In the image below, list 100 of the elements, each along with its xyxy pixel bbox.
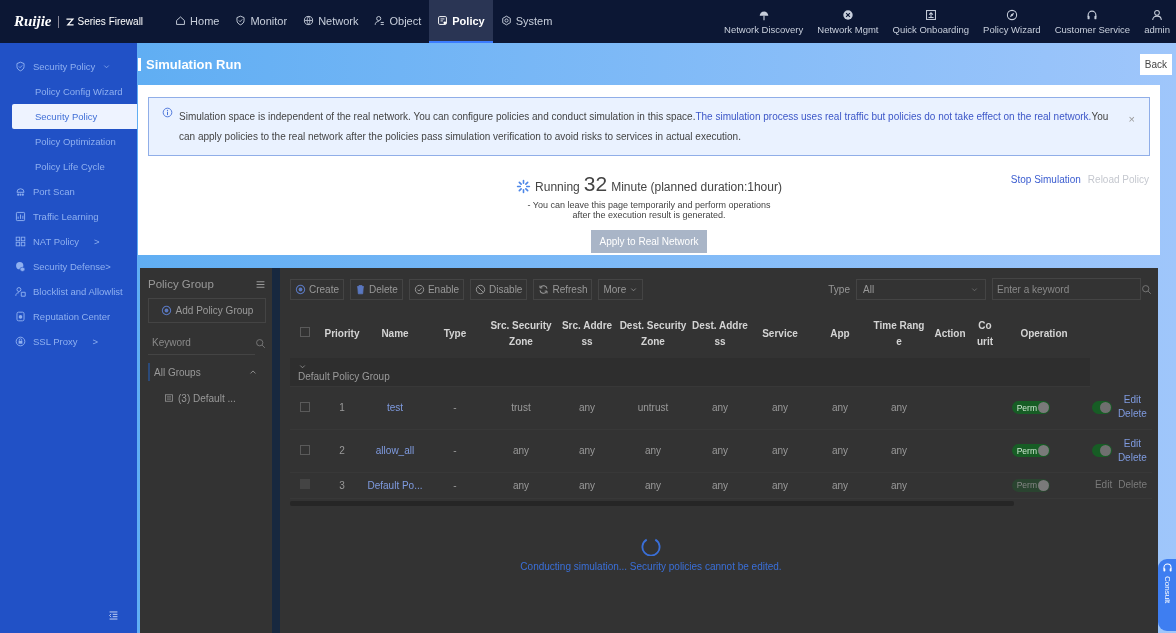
type-dropdown[interactable]: All <box>856 278 986 300</box>
sidebar-item[interactable]: Blocklist and Allowlist <box>0 279 137 304</box>
row-checkbox[interactable] <box>300 401 310 412</box>
toolbar-shortcut[interactable]: Policy Wizard <box>983 8 1041 35</box>
row-action-link[interactable]: Delete <box>1117 450 1147 465</box>
consult-button[interactable]: Consult <box>1158 559 1176 631</box>
nav-tab[interactable]: Monitor <box>227 0 296 43</box>
splitter-bar[interactable] <box>272 268 280 633</box>
loading-message: Conducting simulation... Security policies cannot be edited. <box>520 560 782 572</box>
close-button[interactable]: × <box>1128 107 1135 147</box>
sidebar-item[interactable]: NAT Policy > <box>0 229 137 254</box>
enable-toggle[interactable] <box>1092 400 1112 414</box>
action-toggle[interactable]: Perm <box>1012 401 1050 414</box>
sidebar-item[interactable]: SSL Proxy > <box>0 329 137 354</box>
action-toggle[interactable]: Perm <box>1012 444 1050 457</box>
headset-icon <box>1161 562 1173 573</box>
nav-tab[interactable]: Network <box>295 0 367 43</box>
table-cell: any <box>810 429 870 472</box>
toolbar-button[interactable]: Enable <box>408 278 465 300</box>
table-cell: - <box>426 429 484 472</box>
settings-icon <box>500 15 512 26</box>
home-icon <box>175 15 187 26</box>
toolbar-shortcut[interactable]: Network Mgmt <box>817 8 879 35</box>
ban-icon <box>475 283 487 295</box>
toolbar-button[interactable]: Refresh <box>533 278 593 300</box>
person-icon <box>374 15 386 26</box>
policy-name-link[interactable]: allow_all <box>364 429 426 472</box>
toolbar-button[interactable]: More <box>598 278 644 300</box>
sidebar-item[interactable]: Port Scan <box>0 179 137 204</box>
row-action-link[interactable]: Edit <box>1123 436 1141 451</box>
tree-item[interactable]: (3) Default ... <box>148 389 266 407</box>
sidebar-item[interactable]: Policy Optimization <box>0 129 137 154</box>
column-header: Dest. Address <box>690 310 750 358</box>
toolbar-button[interactable]: Disable <box>470 278 528 300</box>
sidebar-item[interactable]: Security Policy <box>12 104 137 129</box>
table-cell: - <box>426 472 484 498</box>
sidebar-item[interactable]: Reputation Center <box>0 304 137 329</box>
table-cell: any <box>870 472 928 498</box>
plus-circle-icon <box>160 305 172 316</box>
filter-label: Type <box>828 283 850 295</box>
users-icon <box>15 286 26 297</box>
toolbar-shortcut[interactable]: Network Discovery <box>724 8 804 35</box>
shield-icon <box>15 61 26 72</box>
document-icon <box>437 15 449 26</box>
toolbar-button[interactable]: Create <box>290 278 344 300</box>
enable-toggle[interactable] <box>1092 444 1112 457</box>
table-cell: any <box>810 386 870 429</box>
toolbar-shortcut[interactable]: Quick Onboarding <box>892 8 970 35</box>
collapse-menu-icon[interactable] <box>108 610 119 621</box>
column-header: Src. Security Zone <box>484 310 558 358</box>
search-field[interactable]: Enter a keyword <box>992 278 1141 300</box>
nav-tab[interactable]: System <box>492 0 561 43</box>
sidebar-item[interactable]: Policy Config Wizard <box>0 79 137 104</box>
nav-tab[interactable]: Policy <box>429 0 493 43</box>
network-node-icon <box>15 186 26 197</box>
tree-item[interactable]: All Groups <box>148 363 266 381</box>
table-cell: untrust <box>616 386 690 429</box>
row-action-link[interactable]: Delete <box>1117 407 1147 422</box>
sidebar-item[interactable]: Traffic Learning <box>0 204 137 229</box>
column-header: Co urit <box>972 310 998 358</box>
search-icon <box>1141 283 1152 295</box>
table-cell: any <box>690 472 750 498</box>
sidebar-item[interactable]: Security Policy <box>0 54 137 79</box>
nav-tab[interactable]: Home <box>167 0 228 43</box>
headset-icon <box>1086 8 1099 21</box>
toolbar-shortcut[interactable]: Customer Service <box>1054 8 1131 35</box>
duration-text: Minute (planned duration:1hour) <box>611 180 782 194</box>
action-link[interactable]: Stop Simulation <box>1010 174 1081 185</box>
select-all-checkbox[interactable] <box>300 327 310 337</box>
menu-icon[interactable] <box>255 278 266 290</box>
table-cell: 3 <box>320 472 364 498</box>
table-cell: any <box>750 429 810 472</box>
user-icon <box>1151 8 1164 21</box>
table-cell: any <box>484 429 558 472</box>
column-header: Priority <box>320 310 364 358</box>
toolbar-shortcut[interactable]: admin <box>1144 8 1170 35</box>
group-row[interactable]: Default Policy Group <box>290 358 1090 386</box>
loading-spinner-icon <box>516 179 532 194</box>
column-header: Time Range <box>870 310 928 358</box>
table-cell: any <box>690 429 750 472</box>
table-cell: any <box>690 386 750 429</box>
nav-tab[interactable]: Object <box>366 0 430 43</box>
notice-text: Simulation space is independent of the real network. You can configure policies and conduct simulation in this space.The simulation process uses real traffic but policies do not take effect on the real network.You can apply policies to the real network after the policies pass simulation verification to avoid risks to services in actual execution. <box>179 110 1110 144</box>
sidebar-item[interactable]: Security Defense> <box>0 254 137 279</box>
add-group-button[interactable]: Add Policy Group <box>148 298 266 323</box>
brand-logo: Ruijie <box>14 13 52 30</box>
back-button[interactable]: Back <box>1139 53 1172 75</box>
policy-name-link[interactable]: test <box>364 386 426 429</box>
column-header: Src. Address <box>558 310 616 358</box>
column-header: App <box>810 310 870 358</box>
status-label: Running <box>535 180 580 194</box>
toolbar-button[interactable]: Delete <box>350 278 403 300</box>
table-cell: any <box>750 472 810 498</box>
circle-lock-icon <box>15 336 26 347</box>
column-header: Action <box>928 310 972 358</box>
sidebar-item[interactable]: Policy Life Cycle <box>0 154 137 179</box>
table-cell: any <box>616 472 690 498</box>
column-header: Service <box>750 310 810 358</box>
row-action-link[interactable]: Edit <box>1123 393 1141 408</box>
row-checkbox[interactable] <box>300 444 310 455</box>
